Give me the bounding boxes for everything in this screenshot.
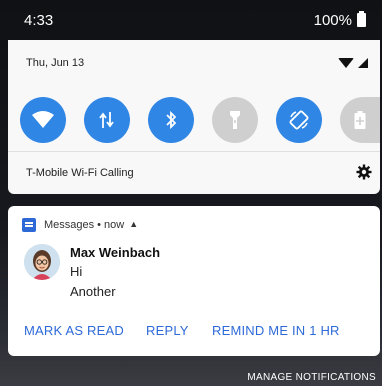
wifi-tile[interactable] (20, 97, 66, 143)
gear-icon[interactable] (356, 164, 372, 185)
auto-rotate-icon (289, 110, 309, 130)
sender-name: Max Weinbach (70, 245, 161, 260)
message-line: Another (70, 284, 116, 299)
qs-divider (8, 151, 380, 152)
status-bar: 4:33 100% (0, 0, 382, 40)
notification-actions: MARK AS READ REPLY REMIND ME IN 1 HR (8, 323, 380, 343)
date-label: Thu, Jun 13 (26, 57, 85, 69)
quick-settings-panel: Thu, Jun 13 T-Mobile Wi-Fi Calling (8, 40, 380, 194)
header-separator: • (97, 219, 101, 231)
auto-rotate-tile[interactable] (276, 97, 322, 143)
messages-notification[interactable]: Messages • now ▲ Max Weinbach Hi Another… (8, 206, 380, 356)
flashlight-icon (230, 111, 240, 129)
message-line: Hi (70, 264, 83, 279)
signal-icon (358, 58, 368, 68)
notification-header: Messages • now ▲ (44, 219, 138, 231)
notification-time: now (104, 219, 125, 231)
bluetooth-tile[interactable] (148, 97, 194, 143)
data-icon (99, 112, 114, 128)
manage-notifications-button[interactable]: MANAGE NOTIFICATIONS (247, 372, 376, 383)
status-time: 4:33 (24, 12, 54, 29)
remind-button[interactable]: REMIND ME IN 1 HR (212, 323, 340, 338)
mobile-data-tile[interactable] (84, 97, 130, 143)
battery-level: 100% (313, 12, 352, 29)
battery-saver-icon (354, 111, 366, 129)
battery-icon (357, 11, 366, 27)
flashlight-tile[interactable] (212, 97, 258, 143)
chevron-up-icon[interactable]: ▲ (129, 219, 138, 231)
wifi-status-icon (338, 58, 354, 68)
bluetooth-icon (166, 110, 177, 130)
avatar (24, 244, 60, 280)
carrier-status: T-Mobile Wi-Fi Calling (26, 167, 134, 179)
battery-saver-tile[interactable] (340, 97, 380, 143)
reply-button[interactable]: REPLY (146, 323, 189, 338)
app-name: Messages (44, 219, 95, 231)
wifi-icon (32, 111, 54, 128)
mark-as-read-button[interactable]: MARK AS READ (24, 323, 124, 338)
messages-app-icon (22, 218, 36, 232)
